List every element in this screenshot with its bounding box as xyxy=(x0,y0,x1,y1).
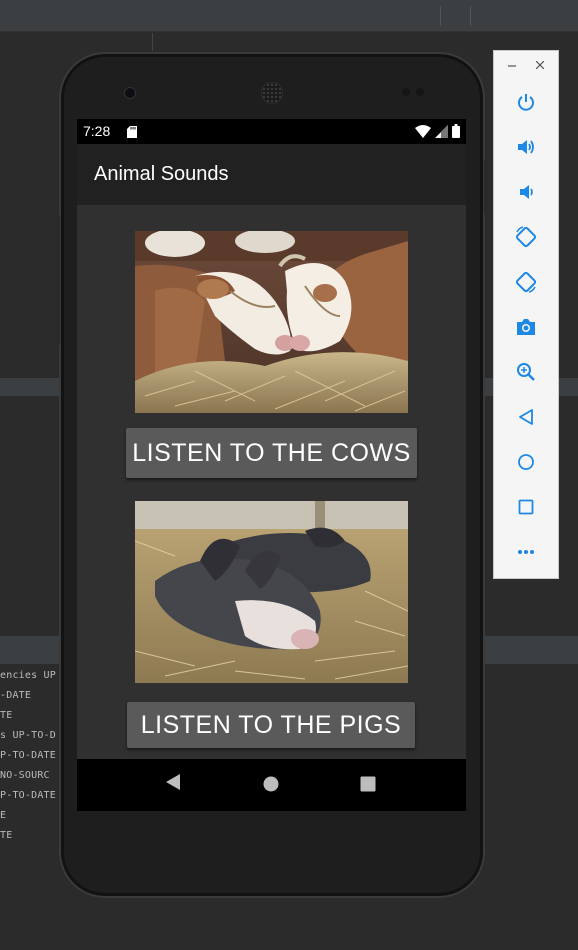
recents-icon[interactable] xyxy=(360,776,376,797)
app-bar: Animal Sounds xyxy=(77,144,466,205)
console-line: TE xyxy=(0,830,13,841)
back-icon[interactable] xyxy=(513,404,539,430)
close-icon[interactable] xyxy=(535,57,545,72)
device-screen: 7:28 Animal Sounds LISTEN TO THE COWS LI… xyxy=(77,119,466,811)
main-content: LISTEN TO THE COWS LISTEN TO THE PIGS xyxy=(77,205,466,759)
toolbar-divider xyxy=(440,6,441,26)
power-icon[interactable] xyxy=(513,89,539,115)
console-line: E xyxy=(0,810,7,821)
console-line: TE xyxy=(0,710,13,721)
more-icon[interactable] xyxy=(513,539,539,565)
status-time: 7:28 xyxy=(83,123,111,139)
rotate-left-icon[interactable] xyxy=(513,224,539,250)
proximity-sensor xyxy=(402,88,410,96)
status-bar: 7:28 xyxy=(77,119,466,144)
toolbar-divider xyxy=(470,6,471,26)
navigation-bar xyxy=(77,759,466,811)
rotate-right-icon[interactable] xyxy=(513,269,539,295)
console-line: -DATE xyxy=(0,690,32,701)
console-line: P-TO-DATE xyxy=(0,750,56,761)
cows-photo xyxy=(135,231,408,413)
light-sensor xyxy=(416,88,424,96)
phone-side-button xyxy=(56,215,60,345)
listen-pigs-button[interactable]: LISTEN TO THE PIGS xyxy=(127,702,415,748)
phone-power-button xyxy=(484,160,488,215)
sd-card-icon xyxy=(127,125,137,143)
ide-toolbar xyxy=(0,0,578,32)
console-line: P-TO-DATE xyxy=(0,790,56,801)
wifi-icon xyxy=(415,124,431,143)
front-camera xyxy=(124,87,136,99)
pigs-photo xyxy=(135,501,408,683)
battery-icon xyxy=(452,124,460,143)
zoom-icon[interactable] xyxy=(513,359,539,385)
console-line: s UP-TO-D xyxy=(0,730,56,741)
home-icon[interactable] xyxy=(513,449,539,475)
overview-icon[interactable] xyxy=(513,494,539,520)
app-title: Animal Sounds xyxy=(94,163,229,185)
cell-signal-icon xyxy=(435,124,448,143)
volume-up-icon[interactable] xyxy=(513,134,539,160)
volume-down-icon[interactable] xyxy=(513,179,539,205)
back-icon[interactable] xyxy=(165,773,181,796)
earpiece-speaker xyxy=(261,82,283,104)
home-icon[interactable] xyxy=(263,776,279,797)
console-line: encies UP xyxy=(0,670,56,681)
emulator-toolbar xyxy=(493,50,559,579)
camera-icon[interactable] xyxy=(513,314,539,340)
editor-divider xyxy=(152,33,153,51)
console-line: NO-SOURC xyxy=(0,770,50,781)
minimize-icon[interactable] xyxy=(508,57,516,72)
listen-cows-button[interactable]: LISTEN TO THE COWS xyxy=(126,428,417,478)
